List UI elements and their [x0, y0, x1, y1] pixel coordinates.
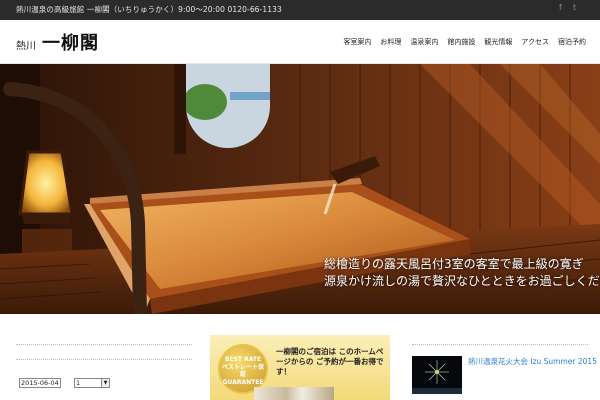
hero-caption: 総檜造りの露天風呂付3室の客室で最上級の寛ぎ 源泉かけ流しの湯で贅沢なひとときを… [324, 256, 600, 290]
nav-item-cuisine[interactable]: お料理 [380, 37, 401, 47]
nav-item-access[interactable]: アクセス [521, 37, 549, 47]
site-logo[interactable]: 熱川 一柳閣 [16, 29, 99, 55]
logo-place: 熱川 [16, 41, 36, 52]
hero-caption-line-1: 総檜造りの露天風呂付3室の客室で最上級の寛ぎ [324, 257, 584, 271]
divider [16, 344, 192, 345]
site-header: 熱川 一柳閣 客室案内 お料理 温泉案内 館内施設 観光情報 アクセス 宿泊予約 [0, 20, 600, 64]
sidebar-left: 2015-06-04 1 ▼ [16, 314, 192, 400]
fireworks-image [412, 356, 462, 394]
contact-info: 熱川温泉の高級旅館 一柳閣（いちりゅうかく）9:00〜20:00 0120-66… [16, 5, 282, 14]
content-area: 2015-06-04 1 ▼ BEST RATE ベストレート保証 GUARAN… [0, 314, 600, 400]
nav-item-rooms[interactable]: 客室案内 [343, 37, 371, 47]
divider [412, 344, 588, 345]
main-nav: 客室案内 お料理 温泉案内 館内施設 観光情報 アクセス 宿泊予約 [343, 37, 586, 47]
nav-item-facilities[interactable]: 館内施設 [447, 37, 475, 47]
nav-item-sightseeing[interactable]: 観光情報 [484, 37, 512, 47]
banner-text: 一柳閣のご宿泊は このホームページからの ご予約が一番お得です！ [276, 347, 384, 376]
hero-caption-line-2: 源泉かけ流しの湯で贅沢なひとときをお過ごしください [324, 274, 600, 288]
badge-line-3: GUARANTEE [222, 378, 264, 386]
twitter-icon[interactable]: t [573, 3, 576, 12]
best-rate-banner[interactable]: BEST RATE ベストレート保証 GUARANTEE 一柳閣のご宿泊は この… [210, 335, 390, 400]
nav-item-onsen[interactable]: 温泉案内 [410, 37, 438, 47]
nights-select-value: 1 [76, 379, 81, 387]
chevron-down-icon: ▼ [101, 379, 109, 387]
top-bar: 熱川温泉の高級旅館 一柳閣（いちりゅうかく）9:00〜20:00 0120-66… [0, 0, 600, 20]
divider [16, 359, 192, 360]
hero-slider[interactable]: 総檜造りの露天風呂付3室の客室で最上級の寛ぎ 源泉かけ流しの湯で贅沢なひとときを… [0, 64, 600, 314]
nav-item-reservation[interactable]: 宿泊予約 [558, 37, 586, 47]
post-title-link[interactable]: 熱川温泉花火大会 Izu Summer 2015 [468, 356, 597, 367]
badge-line-2: ベストレート保証 [221, 363, 265, 379]
sidebar-right: 熱川温泉花火大会 Izu Summer 2015 [412, 314, 597, 400]
logo-name: 一柳閣 [42, 33, 99, 54]
badge-line-1: BEST RATE [224, 356, 262, 363]
fireworks-thumbnail[interactable] [412, 356, 462, 394]
banner-photo [254, 387, 334, 400]
checkin-date-input[interactable]: 2015-06-04 [19, 378, 61, 388]
nights-select[interactable]: 1 ▼ [74, 378, 110, 388]
facebook-icon[interactable]: f [559, 3, 562, 12]
